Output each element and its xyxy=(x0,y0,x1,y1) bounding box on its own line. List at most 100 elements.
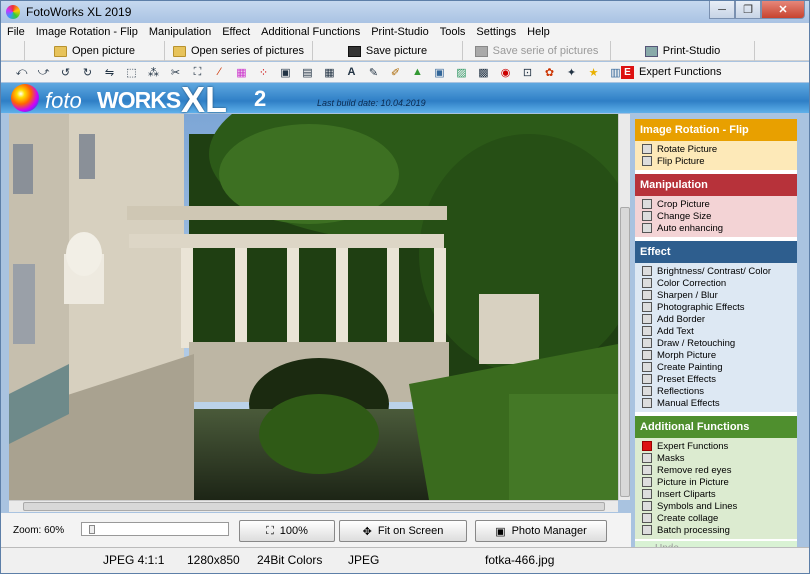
rotate-cw-icon[interactable]: ↻ xyxy=(81,66,94,79)
insert-cliparts-item[interactable]: Insert Cliparts xyxy=(635,488,797,500)
image-tools-icon[interactable]: ▨ xyxy=(455,66,468,79)
menu-file[interactable]: File xyxy=(7,26,25,38)
create-collage-item[interactable]: Create collage xyxy=(635,512,797,524)
sharpen-icon[interactable]: ⁂ xyxy=(147,66,160,79)
zoom-slider-thumb[interactable] xyxy=(88,525,95,534)
symbols-lines-label: Symbols and Lines xyxy=(657,500,738,512)
change-size-item[interactable]: Change Size xyxy=(635,210,797,222)
save-picture-button[interactable]: Save picture xyxy=(313,41,463,61)
resize-icon[interactable]: ⛶ xyxy=(191,66,204,79)
open-series-button[interactable]: Open series of pictures xyxy=(165,41,313,61)
gift-icon[interactable]: ✿ xyxy=(543,66,556,79)
rotate-ccw-icon[interactable]: ↺ xyxy=(59,66,72,79)
section-header-rotation[interactable]: Image Rotation - Flip xyxy=(635,119,797,141)
printer-icon xyxy=(644,45,658,57)
rotate-picture-item[interactable]: Rotate Picture xyxy=(635,143,797,155)
color-correction-item[interactable]: Color Correction xyxy=(635,277,797,289)
status-filename: fotka-466.jpg xyxy=(485,553,555,567)
remove-red-eyes-item[interactable]: Remove red eyes xyxy=(635,464,797,476)
brightness-item[interactable]: Brightness/ Contrast/ Color xyxy=(635,265,797,277)
expert-functions-item[interactable]: Expert Functions xyxy=(635,440,797,452)
flip-picture-item[interactable]: Flip Picture xyxy=(635,155,797,167)
preset-icon xyxy=(642,374,652,384)
image-canvas[interactable] xyxy=(9,114,618,500)
crop-picture-item[interactable]: Crop Picture xyxy=(635,198,797,210)
photo-icon[interactable]: ▤ xyxy=(301,66,314,79)
title-bar[interactable]: FotoWorks XL 2019 ─ ❐ ✕ xyxy=(1,1,809,23)
menu-tools[interactable]: Tools xyxy=(440,26,466,38)
sharpen-blur-item[interactable]: Sharpen / Blur xyxy=(635,289,797,301)
save-disk-icon xyxy=(474,45,488,57)
picture-in-picture-item[interactable]: Picture in Picture xyxy=(635,476,797,488)
menu-help[interactable]: Help xyxy=(527,26,550,38)
brush-icon[interactable]: ✎ xyxy=(367,66,380,79)
photographic-effects-item[interactable]: Photographic Effects xyxy=(635,301,797,313)
channels-icon[interactable]: ⁘ xyxy=(257,66,270,79)
frame-icon[interactable]: ▣ xyxy=(279,66,292,79)
menu-image-rotation-flip[interactable]: Image Rotation - Flip xyxy=(36,26,138,38)
auto-enhancing-item[interactable]: Auto enhancing xyxy=(635,222,797,234)
photo-manager-button[interactable]: ▣ Photo Manager xyxy=(475,520,607,542)
vertical-scrollbar[interactable] xyxy=(618,114,630,500)
add-border-item[interactable]: Add Border xyxy=(635,313,797,325)
add-text-item[interactable]: Add Text xyxy=(635,325,797,337)
crop-icon[interactable]: ✂ xyxy=(169,66,182,79)
minimize-button[interactable]: ─ xyxy=(709,1,735,19)
zoom-100-button[interactable]: ⛶ 100% xyxy=(239,520,335,542)
symbols-lines-item[interactable]: Symbols and Lines xyxy=(635,500,797,512)
fit-on-screen-button[interactable]: ✥ Fit on Screen xyxy=(339,520,467,542)
section-header-manipulation[interactable]: Manipulation xyxy=(635,174,797,196)
zoom-slider[interactable] xyxy=(81,522,229,536)
logo-foto: foto xyxy=(45,88,82,113)
wand-icon xyxy=(642,223,652,233)
menu-additional-functions[interactable]: Additional Functions xyxy=(261,26,360,38)
preset-effects-item[interactable]: Preset Effects xyxy=(635,373,797,385)
print-studio-button[interactable]: Print-Studio xyxy=(611,41,755,61)
pen-icon[interactable]: ✐ xyxy=(389,66,402,79)
create-painting-label: Create Painting xyxy=(657,361,723,373)
picture-in-picture-icon[interactable]: ⊡ xyxy=(521,66,534,79)
morph-picture-item[interactable]: Morph Picture xyxy=(635,349,797,361)
zoom-icon: ⛶ xyxy=(266,524,274,537)
mosaic-icon[interactable]: ▦ xyxy=(323,66,336,79)
reflections-item[interactable]: Reflections xyxy=(635,385,797,397)
resize-icon xyxy=(642,211,652,221)
flip-icon[interactable]: ⇋ xyxy=(103,66,116,79)
collage-icon[interactable]: ▩ xyxy=(477,66,490,79)
section-rotation: Rotate Picture Flip Picture xyxy=(635,141,797,170)
picture-icon[interactable]: ▣ xyxy=(433,66,446,79)
manual-effects-item[interactable]: Manual Effects xyxy=(635,397,797,409)
perspective-icon[interactable]: ⬚ xyxy=(125,66,138,79)
color-correction-label: Color Correction xyxy=(657,277,727,289)
redeye-icon[interactable]: ◉ xyxy=(499,66,512,79)
close-button[interactable]: ✕ xyxy=(761,1,805,19)
rotate-right-icon[interactable]: ⤻ xyxy=(37,66,50,79)
horizontal-scroll-thumb[interactable] xyxy=(23,502,605,511)
menu-effect[interactable]: Effect xyxy=(222,26,250,38)
menu-manipulation[interactable]: Manipulation xyxy=(149,26,211,38)
vertical-scroll-thumb[interactable] xyxy=(620,207,630,497)
menu-settings[interactable]: Settings xyxy=(476,26,516,38)
create-painting-item[interactable]: Create Painting xyxy=(635,361,797,373)
rotate-icon xyxy=(642,144,652,154)
color-wand-icon[interactable]: ⁄ xyxy=(213,66,226,79)
draw-retouching-item[interactable]: Draw / Retouching xyxy=(635,337,797,349)
open-picture-button[interactable]: Open picture xyxy=(25,41,165,61)
rotate-left-icon[interactable]: ⤺ xyxy=(15,66,28,79)
batch-processing-item[interactable]: Batch processing xyxy=(635,524,797,536)
maximize-button[interactable]: ❐ xyxy=(735,1,761,19)
save-series-button[interactable]: Save serie of pictures xyxy=(463,41,611,61)
clipart-icon[interactable]: ✦ xyxy=(565,66,578,79)
expert-functions-button[interactable]: E Expert Functions xyxy=(621,63,722,81)
horizontal-scrollbar[interactable] xyxy=(9,500,618,512)
landscape-icon[interactable]: ▲ xyxy=(411,66,424,79)
section-header-additional[interactable]: Additional Functions xyxy=(635,416,797,438)
palette-icon[interactable]: ▦ xyxy=(235,66,248,79)
zoom-bar: Zoom: 60% ⛶ 100% ✥ Fit on Screen ▣ Photo Ma… xyxy=(1,513,631,547)
star-icon[interactable]: ★ xyxy=(587,66,600,79)
batch-icon xyxy=(642,525,652,535)
menu-print-studio[interactable]: Print-Studio xyxy=(371,26,428,38)
masks-item[interactable]: Masks xyxy=(635,452,797,464)
section-header-effect[interactable]: Effect xyxy=(635,241,797,263)
text-icon[interactable]: A xyxy=(345,66,358,79)
